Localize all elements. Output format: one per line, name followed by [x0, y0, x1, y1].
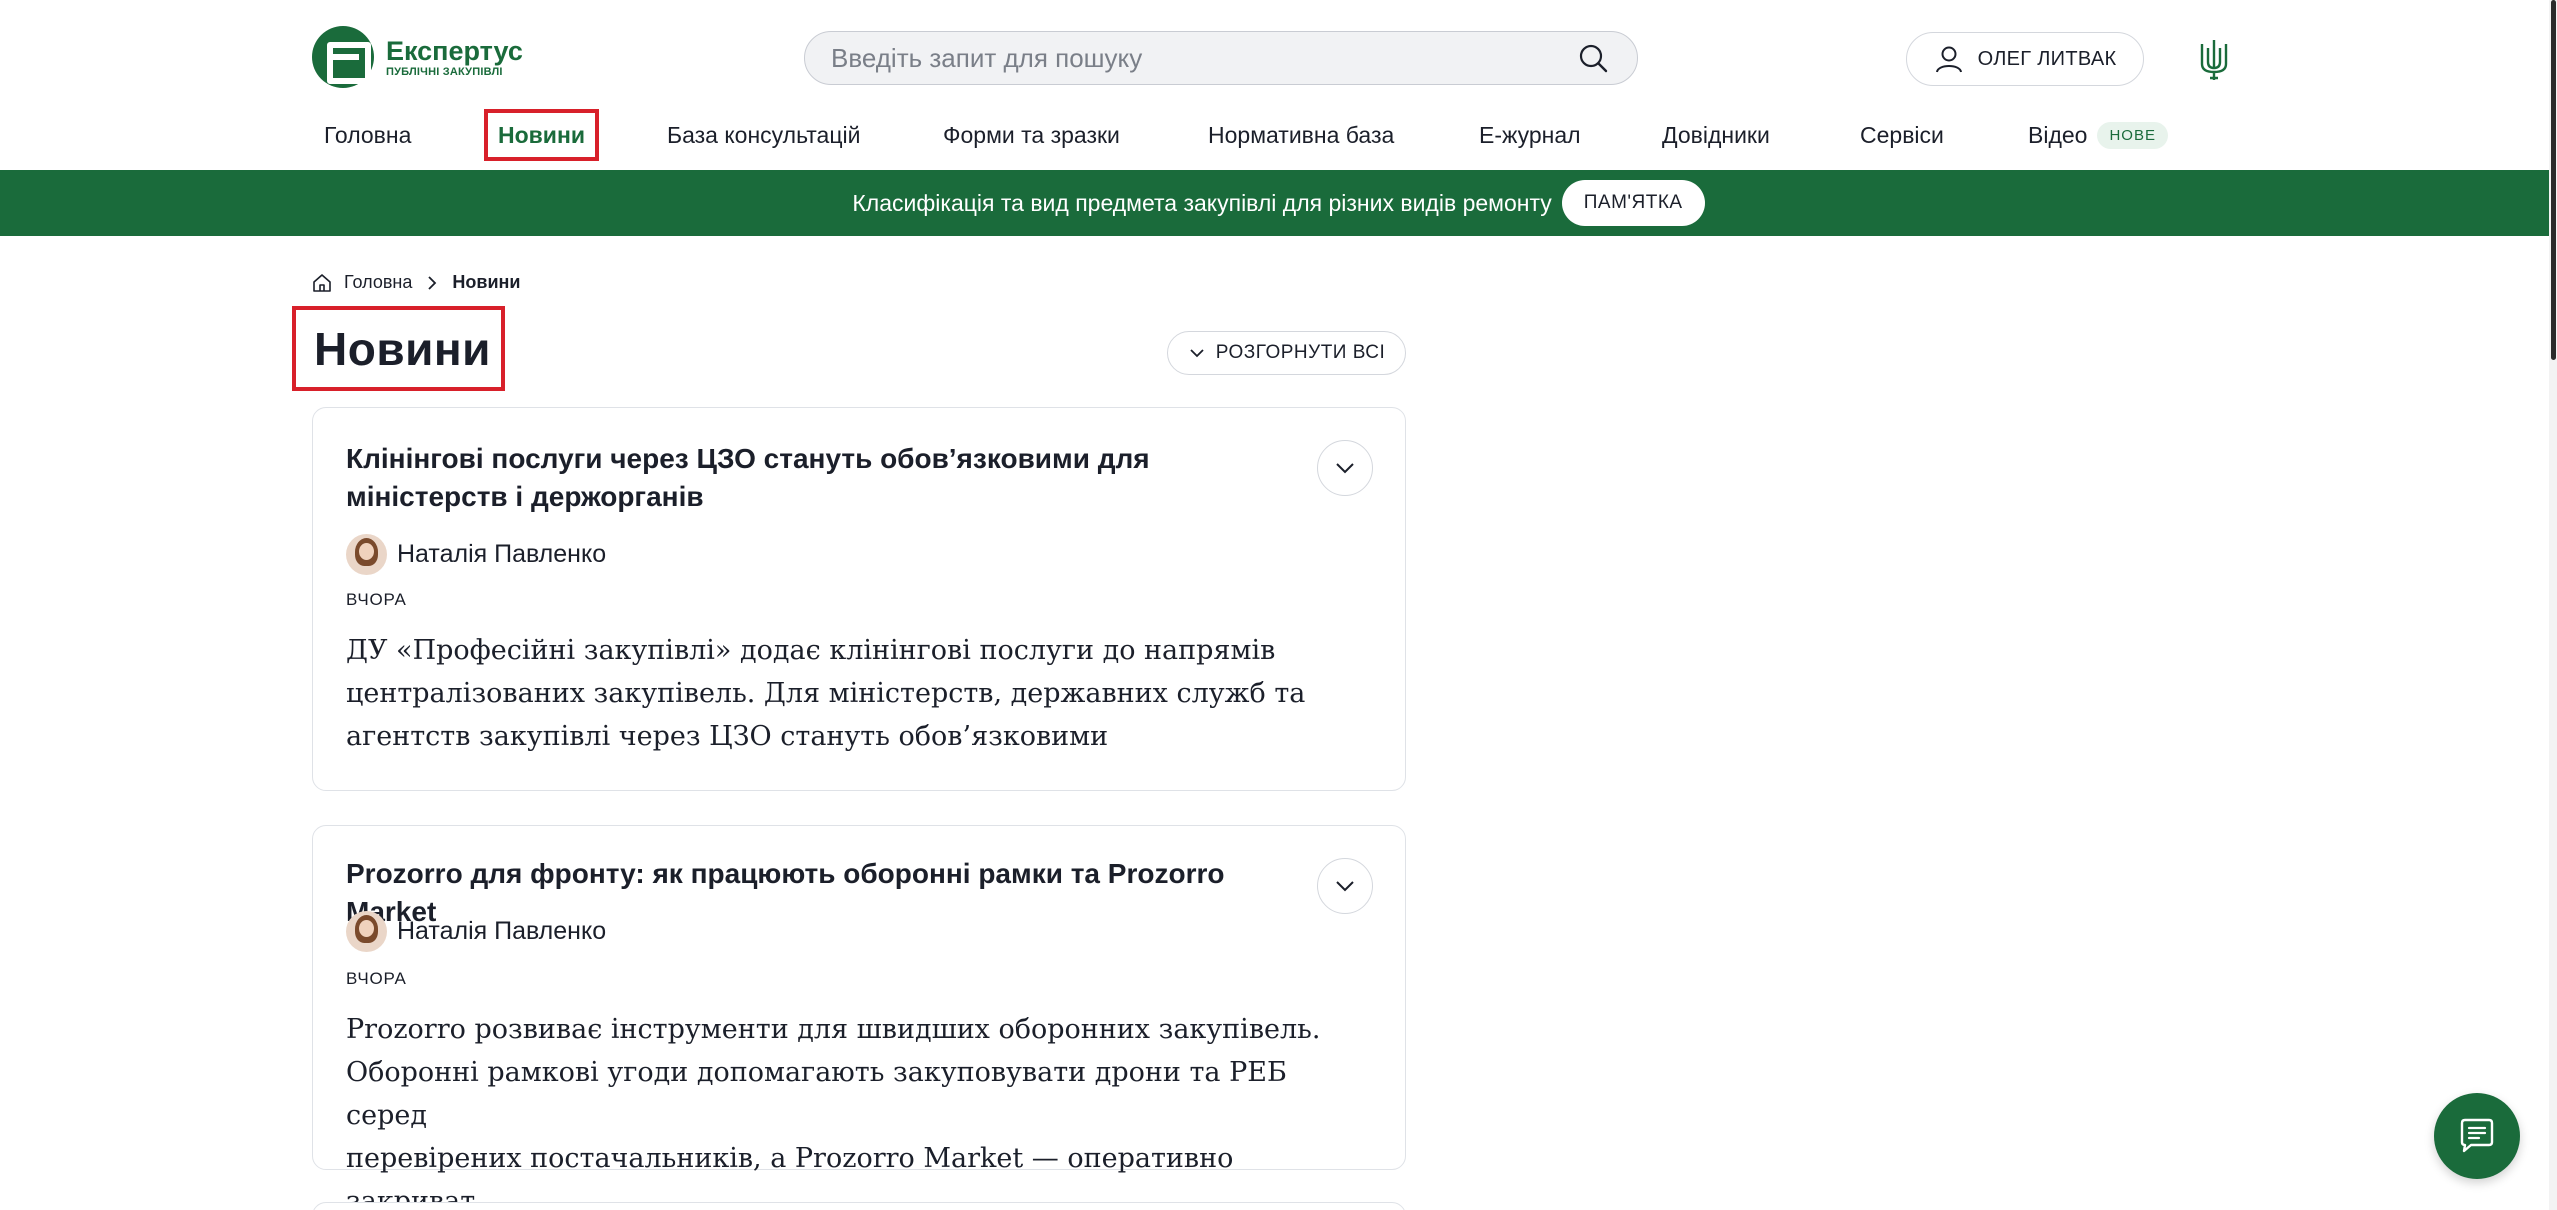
logo-subtitle: ПУБЛІЧНІ ЗАКУПІВЛІ — [386, 66, 503, 78]
excerpt-line: агентств закупівлі через ЦЗО стануть обо… — [346, 721, 1109, 752]
nav-item-news[interactable]: Новини — [484, 109, 599, 161]
news-date: ВЧОРА — [346, 969, 407, 988]
breadcrumb-current: Новини — [452, 272, 521, 292]
chat-button[interactable] — [2434, 1093, 2520, 1179]
expand-card-button[interactable] — [1317, 858, 1373, 914]
excerpt-line: централізованих закупівель. Для міністер… — [346, 678, 1306, 709]
promo-banner: Класифікація та вид предмета закупівлі д… — [0, 170, 2557, 236]
trident-icon — [2200, 40, 2228, 80]
avatar — [346, 911, 387, 952]
author-name: Наталія Павленко — [397, 540, 607, 568]
site-logo[interactable]: Експертус ПУБЛІЧНІ ЗАКУПІВЛІ — [312, 26, 523, 88]
search-button[interactable] — [1575, 40, 1611, 76]
news-card: Prozorro для фронту: як працюють оборонн… — [312, 825, 1406, 1210]
excerpt-line: ДУ «Професійні закупівлі» додає клінінго… — [346, 635, 1276, 666]
chat-icon — [2460, 1118, 2494, 1153]
nav-item-ejournal[interactable]: Е-журнал — [1479, 110, 1581, 160]
excerpt-line: Prozorro розвиває інструменти для швидши… — [346, 1014, 1321, 1045]
user-icon — [1935, 46, 1962, 73]
excerpt-line: Оборонні рамкові угоди допомагають закуп… — [346, 1057, 1287, 1131]
news-card: Клінінгові послуги через ЦЗО стануть обо… — [312, 407, 1406, 791]
nav-item-consultations[interactable]: База консультацій — [667, 110, 860, 160]
user-name: ОЛЕГ ЛИТВАК — [1977, 47, 2117, 70]
chevron-down-icon — [1336, 881, 1354, 892]
news-excerpt: ДУ «Професійні закупівлі» додає клінінго… — [346, 629, 1326, 758]
nav-item-video-label: Відео — [2028, 121, 2088, 148]
author-name: Наталія Павленко — [397, 917, 607, 945]
logo-title: Експертус — [386, 36, 523, 66]
nav-item-directories[interactable]: Довідники — [1662, 110, 1770, 160]
nav-item-forms[interactable]: Форми та зразки — [943, 110, 1120, 160]
scrollbar-thumb[interactable] — [2551, 0, 2556, 360]
breadcrumb-home[interactable]: Головна — [344, 272, 412, 293]
chevron-down-icon — [1190, 349, 1204, 358]
logo-icon — [312, 26, 374, 88]
chevron-down-icon — [1336, 463, 1354, 474]
nav-item-services[interactable]: Сервіси — [1860, 110, 1944, 160]
nav-item-regulations[interactable]: Нормативна база — [1208, 110, 1394, 160]
expand-card-button[interactable] — [1317, 440, 1373, 496]
page-title: Новини — [314, 322, 491, 375]
breadcrumb: Головна Новини — [312, 272, 520, 293]
chevron-right-icon — [428, 275, 437, 290]
user-menu-button[interactable]: ОЛЕГ ЛИТВАК — [1906, 32, 2144, 86]
page-title-highlight: Новини — [292, 306, 505, 391]
avatar — [346, 534, 387, 575]
banner-text: Класифікація та вид предмета закупівлі д… — [852, 189, 1552, 216]
expand-all-label: РОЗГОРНУТИ ВСІ — [1215, 342, 1386, 363]
new-badge: НОВЕ — [2097, 121, 2168, 149]
search-input[interactable] — [831, 42, 1575, 74]
site-header: Експертус ПУБЛІЧНІ ЗАКУПІВЛІ ОЛЕГ ЛИТВАК… — [0, 0, 2557, 170]
news-title[interactable]: Клінінгові послуги через ЦЗО стануть обо… — [346, 440, 1296, 516]
author[interactable]: Наталія Павленко — [346, 534, 606, 575]
home-icon[interactable] — [312, 273, 332, 293]
news-excerpt: Prozorro розвиває інструменти для швидши… — [346, 1008, 1326, 1210]
nav-item-video[interactable]: Відео НОВЕ — [2028, 110, 2168, 160]
excerpt-line: перевірених постачальників, а Prozorro M… — [346, 1143, 1234, 1210]
expand-all-button[interactable]: РОЗГОРНУТИ ВСІ — [1167, 331, 1406, 375]
banner-button[interactable]: ПАМ'ЯТКА — [1561, 180, 1705, 226]
author[interactable]: Наталія Павленко — [346, 911, 606, 952]
news-card — [312, 1202, 1406, 1210]
nav-item-home[interactable]: Головна — [324, 110, 411, 160]
search-bar — [804, 31, 1638, 85]
main-nav: Головна Новини База консультацій Форми т… — [0, 109, 2557, 161]
news-date: ВЧОРА — [346, 590, 407, 609]
search-icon — [1579, 44, 1608, 73]
